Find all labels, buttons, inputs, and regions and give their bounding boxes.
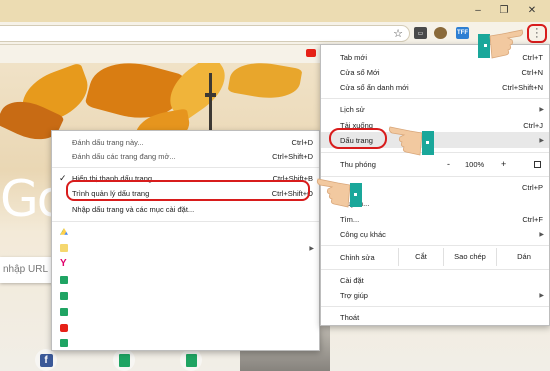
- extension-cookie-icon[interactable]: [434, 27, 447, 39]
- bookmark-item-sheets[interactable]: [52, 273, 319, 287]
- youtube-icon: [60, 324, 68, 332]
- facebook-icon: f: [39, 353, 53, 367]
- bookmark-manager-highlight: [66, 180, 310, 201]
- menu-settings[interactable]: Cài đặt: [321, 273, 549, 287]
- bookmarks-submenu: Đánh dấu trang này... Ctrl+D Đánh dấu cá…: [51, 130, 320, 351]
- sheets-icon: [60, 339, 68, 347]
- tower-decoration: [205, 93, 216, 97]
- sheets-icon: [185, 353, 197, 367]
- menu-history[interactable]: Lịch sử ▶: [321, 102, 549, 116]
- menu-separator: [52, 167, 319, 168]
- close-button[interactable]: ✕: [522, 3, 542, 17]
- menu-separator: [321, 152, 549, 153]
- pointing-hand-icon: [478, 29, 524, 59]
- title-bar: – ❐ ✕: [0, 0, 550, 22]
- minimize-button[interactable]: –: [468, 3, 488, 17]
- pointing-hand-icon: [388, 126, 434, 156]
- bookmark-item-drive[interactable]: [52, 225, 319, 239]
- menu-zoom: Thu phóng - 100% +: [321, 156, 549, 172]
- submenu-arrow-icon: ▶: [539, 106, 544, 113]
- submenu-arrow-icon: ▶: [539, 292, 544, 299]
- submenu-arrow-icon: ▶: [309, 245, 314, 252]
- menu-edit-row: Chỉnh sửa Cắt Sao chép Dán: [321, 248, 549, 266]
- google-drive-icon: [60, 228, 68, 235]
- submenu-arrow-icon: ▶: [539, 231, 544, 238]
- menu-separator: [52, 221, 319, 222]
- menu-exit[interactable]: Thoát: [321, 310, 549, 324]
- zoom-out-button[interactable]: -: [447, 159, 450, 169]
- checkmark-icon: ✓: [59, 172, 67, 183]
- cut-button[interactable]: Cắt: [398, 248, 443, 266]
- folder-icon: [60, 244, 68, 252]
- leaf-decoration: [227, 63, 303, 104]
- restore-button[interactable]: ❐: [494, 3, 514, 17]
- copy-button[interactable]: Sao chép: [443, 248, 496, 266]
- bookmark-this-page[interactable]: Đánh dấu trang này... Ctrl+D: [52, 135, 319, 149]
- tower-decoration: [209, 73, 212, 133]
- y-logo-icon: Y: [60, 258, 67, 269]
- paste-button[interactable]: Dán: [496, 248, 550, 266]
- shortcut-tile-sheets[interactable]: [180, 349, 202, 371]
- menu-more-tools[interactable]: Công cụ khác ▶: [321, 227, 549, 241]
- bookmark-item-sheets[interactable]: [52, 305, 319, 319]
- extension-tff-icon[interactable]: TFF: [456, 27, 469, 39]
- menu-incognito[interactable]: Cửa sổ ẩn danh mới Ctrl+Shift+N: [321, 80, 549, 94]
- sheets-icon: [60, 292, 68, 300]
- bookmark-open-pages[interactable]: Đánh dấu các trang đang mở... Ctrl+Shift…: [52, 149, 319, 163]
- fullscreen-icon[interactable]: [534, 160, 541, 168]
- menu-help[interactable]: Trợ giúp ▶: [321, 288, 549, 302]
- star-icon[interactable]: ☆: [393, 27, 403, 40]
- zoom-level: 100%: [465, 159, 485, 169]
- menu-find[interactable]: Tìm... Ctrl+F: [321, 212, 549, 226]
- menu-new-window[interactable]: Cửa sổ Mới Ctrl+N: [321, 65, 549, 79]
- search-placeholder: nhập URL: [3, 264, 49, 275]
- submenu-arrow-icon: ▶: [539, 137, 544, 144]
- three-dots-icon[interactable]: · · ·: [535, 24, 539, 43]
- bookmark-item-youtube[interactable]: [52, 321, 319, 335]
- browser-toolbar: ☆ ▭ TFF · · ·: [0, 22, 550, 45]
- sheets-icon: [118, 353, 130, 367]
- bookmark-item-y[interactable]: Y: [52, 257, 319, 271]
- pointing-hand-icon: [316, 178, 362, 208]
- extension-chat-icon[interactable]: ▭: [414, 27, 427, 39]
- menu-separator: [321, 98, 549, 99]
- address-bar[interactable]: ☆: [0, 25, 410, 42]
- bookmark-folder[interactable]: ▶: [52, 241, 319, 255]
- bookmarks-highlight: [329, 128, 387, 149]
- zoom-in-button[interactable]: +: [501, 159, 506, 169]
- sheets-icon: [60, 276, 68, 284]
- shortcut-tile-facebook[interactable]: f: [35, 349, 57, 371]
- bookmark-item-sheets[interactable]: [52, 289, 319, 303]
- import-bookmarks[interactable]: Nhập dấu trang và các mục cài đặt...: [52, 202, 319, 216]
- bookmark-item-sheets[interactable]: [52, 336, 319, 350]
- shortcut-tile-sheets[interactable]: [113, 349, 135, 371]
- sheets-icon: [60, 308, 68, 316]
- menu-separator: [321, 269, 549, 270]
- menu-separator: [321, 245, 549, 246]
- menu-separator: [321, 306, 549, 307]
- youtube-icon[interactable]: [306, 49, 316, 57]
